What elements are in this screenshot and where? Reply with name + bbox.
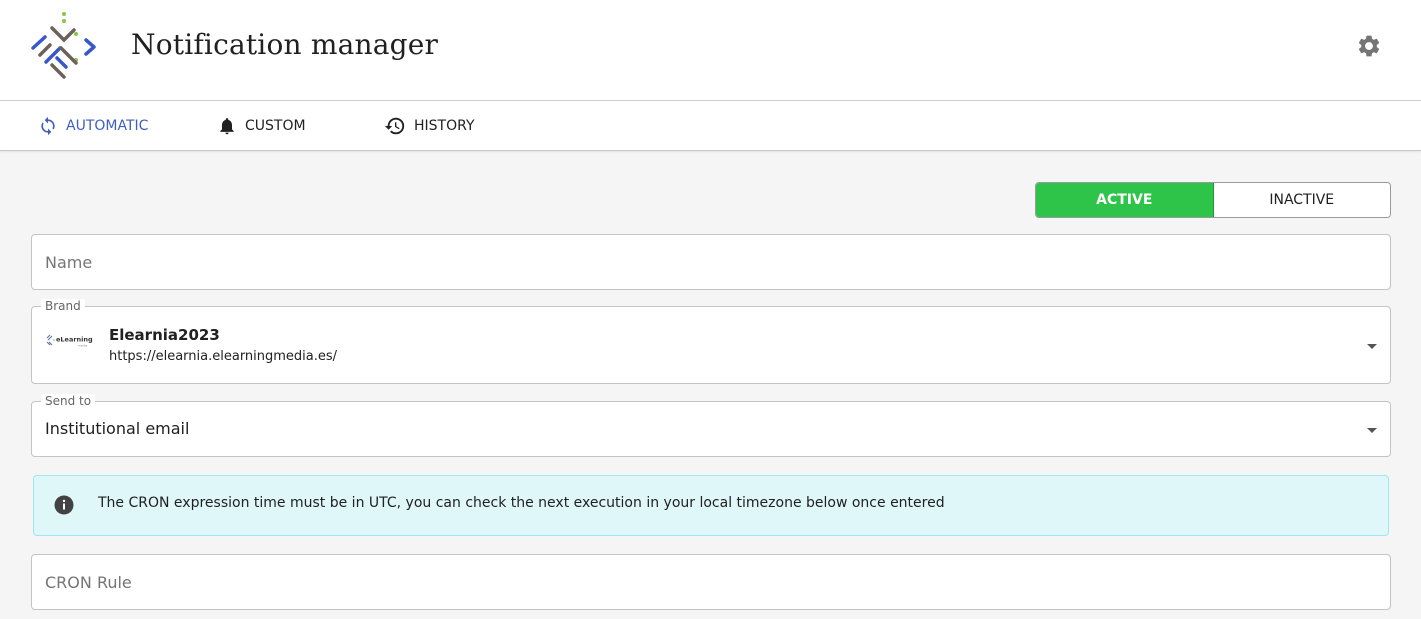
tab-custom[interactable]: CUSTOM [217, 101, 306, 151]
tab-automatic-label: AUTOMATIC [66, 118, 149, 134]
info-alert: The CRON expression time must be in UTC,… [33, 475, 1389, 536]
brand-select[interactable]: Brand eLearning media Elearnia2023 https… [31, 299, 1391, 384]
elearning-logo-icon: eLearning media [46, 334, 93, 348]
tab-custom-label: CUSTOM [245, 118, 306, 134]
refresh-icon [41, 116, 55, 136]
app-header: Notification manager [0, 0, 1421, 101]
svg-text:eLearning: eLearning [56, 336, 93, 344]
name-placeholder: Name [45, 253, 93, 272]
name-input[interactable]: Name [31, 234, 1391, 290]
chevron-down-icon[interactable] [1367, 428, 1377, 433]
send-to-label: Send to [41, 394, 96, 408]
cron-rule-input[interactable]: CRON Rule [31, 554, 1391, 610]
page-title: Notification manager [131, 28, 439, 61]
brand-name: Elearnia2023 [109, 326, 220, 344]
status-toggle: ACTIVE INACTIVE [1035, 182, 1391, 218]
history-icon [384, 117, 405, 135]
bell-icon [220, 118, 234, 135]
brand-url: https://elearnia.elearningmedia.es/ [109, 349, 338, 364]
tab-history-label: HISTORY [414, 118, 475, 134]
chevron-down-icon[interactable] [1367, 344, 1377, 349]
send-to-value: Institutional email [45, 419, 190, 438]
svg-text:media: media [78, 344, 88, 348]
active-button[interactable]: ACTIVE [1036, 183, 1214, 217]
brand-label: Brand [41, 299, 85, 313]
inactive-button[interactable]: INACTIVE [1213, 183, 1390, 217]
tab-bar: AUTOMATIC CUSTOM HISTORY [0, 101, 1421, 151]
cron-rule-placeholder: CRON Rule [45, 573, 132, 592]
send-to-select[interactable]: Send to Institutional email [31, 394, 1391, 457]
info-alert-text: The CRON expression time must be in UTC,… [98, 495, 945, 511]
tab-history[interactable]: HISTORY [384, 101, 475, 151]
gear-icon[interactable] [1356, 33, 1382, 59]
tab-automatic[interactable]: AUTOMATIC [38, 101, 148, 151]
brand-logo-icon [31, 12, 96, 79]
info-icon [54, 495, 74, 515]
